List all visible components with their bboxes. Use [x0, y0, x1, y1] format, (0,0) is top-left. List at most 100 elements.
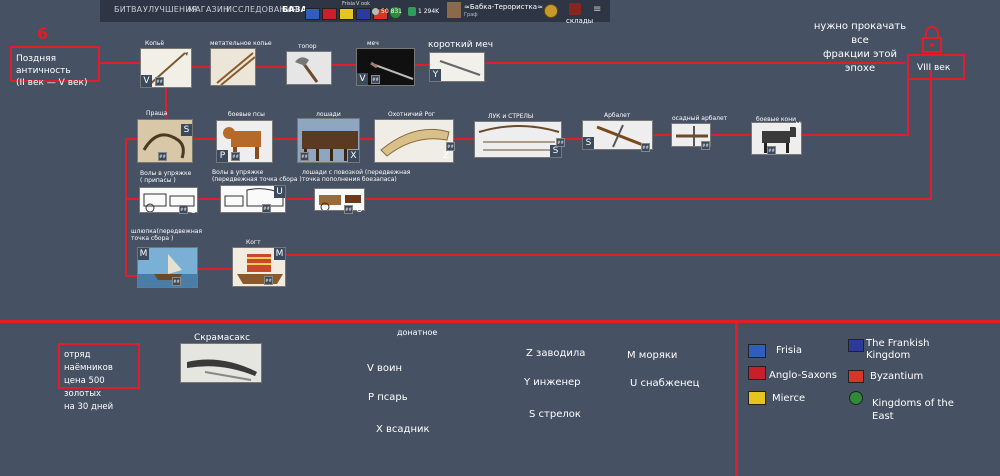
unit-javelin[interactable] [210, 48, 256, 86]
tab-shop[interactable]: МАГАЗИН [188, 5, 229, 14]
class-letter: S [181, 124, 192, 136]
class-legend-y: Y инженер [524, 377, 581, 388]
unit-axe[interactable] [286, 51, 332, 85]
unit-label-horse-wagon: лошади с повозкой (передвежная точка поп… [302, 169, 411, 183]
unit-label-crossbow: Арбалет [604, 112, 631, 119]
warehouse-icon[interactable] [569, 3, 581, 15]
unit-horses[interactable]: X ## [297, 118, 360, 163]
unit-scramasax[interactable] [180, 343, 262, 383]
flag-anglo-saxons-icon [748, 366, 766, 380]
tech-badge-icon: ## [231, 152, 240, 161]
faction-frisia: Frisia [776, 345, 803, 356]
flag-caption: Frisia [342, 1, 356, 7]
class-letter: X [348, 150, 359, 162]
gem-amount: 1 294K [418, 8, 440, 15]
era-lock-number: 6 [37, 24, 49, 43]
unit-label-sloop: шлюпка(передвежная точка сбора ) [131, 228, 203, 242]
class-legend-p: P псарь [368, 392, 408, 403]
flag-mierce-icon [748, 391, 766, 405]
tech-badge-icon: ## [155, 77, 164, 86]
hamburger-icon[interactable]: ≡ [593, 4, 601, 15]
donate-label: донатное [397, 328, 438, 337]
flag-frisia-icon[interactable] [305, 8, 320, 20]
unit-sloop[interactable]: M ## [137, 247, 198, 288]
class-letter: U [190, 206, 197, 216]
tech-badge-icon: ## [641, 143, 650, 152]
unit-label-oxen-supplies: Волы в упряжке ( припасы ) [140, 170, 192, 184]
class-letter: V [141, 75, 152, 87]
class-legend-u: U снабженец [630, 378, 700, 389]
unit-label-bow: ЛУК и СТРЕЛЫ [488, 113, 534, 120]
unit-label-oxen-rally: Волы в упряжке (передвежная точка сбора … [212, 169, 302, 183]
unit-sling[interactable]: S ## [137, 119, 193, 163]
class-legend-z: Z заводила [526, 348, 586, 359]
tab-battle[interactable]: БИТВА [114, 5, 142, 14]
medal-icon[interactable] [544, 4, 558, 18]
unit-label-spear: Копьё [145, 40, 165, 47]
class-legend-x: X всадник [376, 424, 430, 435]
player-rank: Граф [464, 12, 478, 18]
class-letter: U [274, 186, 285, 198]
era-start-box: Поздняя античность (II век — V век) [10, 46, 100, 88]
gem-icon [408, 7, 416, 16]
class-letter: P [217, 150, 228, 162]
class-letter: S [583, 137, 594, 149]
faction-east: Kingdoms of the East [872, 398, 954, 422]
player-name[interactable]: ≈Бабка-Тeрористка≈ [464, 3, 543, 11]
unit-label-short-sword: короткий меч [428, 40, 494, 50]
silver-coin-icon [372, 8, 379, 15]
class-letter: M [138, 248, 149, 260]
class-legend-v: V воин [367, 363, 403, 374]
tech-badge-icon: ## [264, 276, 273, 285]
class-legend-s: S стрелок [529, 409, 581, 420]
unit-spear[interactable]: V ## [140, 48, 192, 88]
mercenary-box: отряд наёмников цена 500 золотых на 30 д… [58, 343, 140, 412]
unit-war-dogs[interactable]: P ## [216, 120, 273, 163]
class-legend-m: M моряки [627, 350, 678, 361]
scramasax-label: Скрамасакс [194, 333, 251, 343]
flag-mierce-icon[interactable] [339, 8, 354, 20]
tech-badge-icon: ## [158, 152, 167, 161]
warehouse-label[interactable]: склады [566, 17, 593, 25]
class-letter: Y [430, 69, 441, 81]
unit-label-javelin: метательное копье [210, 40, 272, 47]
tech-badge-icon: ## [767, 146, 776, 155]
unit-bow[interactable]: S [474, 121, 562, 158]
unit-label-hunting-horn: Охотничий Рог [388, 111, 435, 118]
class-letter: X [795, 121, 802, 131]
tech-badge-icon: ## [262, 204, 271, 213]
tab-base[interactable]: БАЗА [282, 5, 307, 14]
unit-label-cog: Когт [246, 239, 261, 246]
tech-badge-icon: ## [300, 152, 309, 161]
flag-caption-2: V ook [356, 1, 371, 7]
unit-label-horses: лошади [316, 111, 341, 118]
unit-cog[interactable]: M [232, 247, 286, 287]
unit-oxen-rally[interactable]: U [220, 185, 286, 213]
unit-label-sling: Праща [146, 110, 168, 117]
unit-short-sword[interactable]: Y [429, 52, 485, 82]
silver-amount: 50 831 [381, 8, 402, 15]
flag-frankish-icon [848, 339, 864, 352]
tech-badge-icon: ## [179, 205, 188, 214]
faction-anglo-saxons: Anglo-Saxons [769, 370, 837, 381]
tech-badge-icon: ## [701, 141, 710, 150]
unit-label-siege-crossbow: осадный арбалет [672, 115, 728, 122]
class-letter: V [357, 73, 368, 85]
class-letter: U [356, 205, 363, 215]
flag-frankish-icon[interactable] [356, 8, 371, 20]
era-end-box: VIII век [907, 54, 965, 80]
flag-anglo-saxons-icon[interactable] [322, 8, 337, 20]
tech-badge-icon: ## [172, 277, 181, 286]
flag-frisia-icon [748, 344, 766, 358]
unit-label-sword: меч [367, 40, 379, 47]
flag-byzantium-icon [848, 370, 864, 383]
avatar[interactable] [447, 2, 461, 18]
class-letter: Z [443, 151, 450, 161]
tech-badge-icon: ## [371, 75, 380, 84]
class-letter: M [274, 248, 285, 260]
unit-hunting-horn[interactable] [374, 119, 454, 163]
unit-label-axe: топор [298, 43, 317, 50]
unit-sword[interactable]: V ## [356, 48, 415, 86]
faction-byzantium: Byzantium [870, 371, 924, 382]
faction-frankish: The Frankish Kingdom [866, 338, 930, 361]
